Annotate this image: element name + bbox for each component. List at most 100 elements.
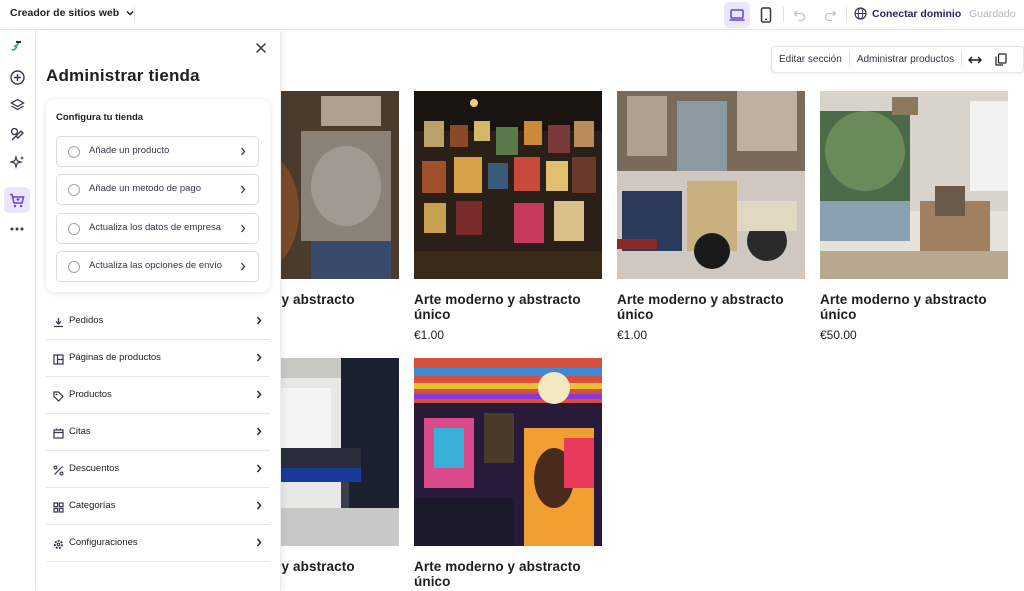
product-image[interactable] [414,358,602,546]
product-image[interactable] [414,91,602,279]
menu-item-label: Descuentos [69,463,120,474]
top-bar: Creador de sitios web Conectar dominio G… [0,0,1024,30]
setup-title: Configura tu tienda [56,112,144,123]
tag-icon [51,389,65,403]
section-toolbar: Editar sección Administrar productos [771,46,1024,73]
menu-item-categories[interactable]: Categorías [46,488,270,525]
menu-item-label: Categorías [69,500,116,511]
close-icon [255,42,267,54]
menu-item-appointments[interactable]: Citas [46,414,270,451]
menu-item-products[interactable]: Productos [46,377,270,414]
percent-icon [51,463,65,477]
laptop-icon [729,9,745,21]
product-photo-studio [820,91,1008,279]
menu-item-settings[interactable]: Configuraciones [46,525,270,562]
connect-domain-label: Conectar dominio [872,7,962,20]
layout-icon [51,352,65,366]
store-button[interactable] [4,187,30,213]
product-photo-colorful-mural [414,358,602,546]
product-title: Arte moderno y abstracto único [820,292,987,322]
arrows-horizontal-icon [968,56,983,63]
add-icon [9,69,25,85]
chevron-right-icon [241,224,246,233]
menu-item-label: Páginas de productos [69,352,161,363]
settings-gear-icon [51,537,65,551]
divider [783,7,784,22]
more-icon [10,227,24,231]
setup-item-add-payment[interactable]: Añade un metodo de pago [56,174,259,205]
resize-width-button[interactable] [962,55,988,65]
setup-item-shipping-options[interactable]: Actualiza las opciones de envío [56,251,259,282]
download-icon [51,315,65,329]
divider [134,7,135,22]
divider [846,7,847,22]
menu-item-label: Productos [69,389,112,400]
product-image[interactable] [820,91,1008,279]
setup-item-label: Añade un metodo de pago [89,183,201,194]
grid-icon [51,500,65,514]
setup-item-label: Actualiza las opciones de envío [89,260,223,271]
manage-products-button[interactable]: Administrar productos [850,54,961,65]
undo-icon [793,10,805,21]
redo-button[interactable] [820,5,840,25]
step-status-icon [68,146,80,158]
chevron-right-icon [241,262,246,271]
product-photo-frames-shop [414,91,602,279]
menu-item-discounts[interactable]: Descuentos [46,451,270,488]
undo-button[interactable] [789,5,809,25]
chevron-right-icon [256,316,262,325]
chevron-right-icon [256,464,262,473]
chevron-right-icon [241,185,246,194]
step-status-icon [68,184,80,196]
mobile-view-button[interactable] [753,2,779,28]
menu-item-label: Configuraciones [69,537,138,548]
layers-button[interactable] [4,92,30,118]
chevron-right-icon [256,390,262,399]
chevron-right-icon [241,147,246,156]
menu-item-product-pages[interactable]: Páginas de productos [46,340,270,377]
phone-icon [760,7,772,23]
product-price: €50.00 [820,328,857,342]
product-price: €1.00 [414,328,445,342]
chevron-right-icon [256,427,262,436]
chevron-right-icon [256,538,262,547]
setup-item-label: Añade un producto [89,145,170,156]
more-button[interactable] [4,216,30,242]
product-title: Arte moderno y abstracto único [617,292,784,322]
product-image[interactable] [617,91,805,279]
setup-item-add-product[interactable]: Añade un producto [56,136,259,167]
ai-tools-button[interactable] [4,149,30,175]
menu-item-label: Pedidos [69,315,104,326]
brand-label: Creador de sitios web [10,7,120,19]
step-status-icon [68,261,80,273]
close-panel-button[interactable] [255,41,269,55]
redo-icon [824,10,836,21]
desktop-view-button[interactable] [724,2,750,28]
duplicate-button[interactable] [988,53,1014,66]
product-title: Arte moderno y abstracto único [414,292,581,322]
chevron-right-icon [256,353,262,362]
ai-sparkle-icon [9,154,24,169]
setup-item-label: Actualiza los datos de empresa [89,222,222,233]
add-element-button[interactable] [4,64,30,90]
layers-icon [9,98,25,110]
step-status-icon [68,223,80,235]
duplicate-icon [995,53,1007,66]
manage-store-panel: Administrar tienda Configura tu tienda A… [36,31,281,591]
website-builder-menu[interactable]: Creador de sitios web [10,7,135,19]
saved-status: Guardado [969,8,1016,20]
product-title: Arte moderno y abstracto único [414,559,581,589]
menu-item-label: Citas [69,426,91,437]
setup-item-company-details[interactable]: Actualiza los datos de empresa [56,213,259,244]
connect-domain-button[interactable]: Conectar dominio [854,7,961,20]
store-setup-card: Configura tu tienda Añade un producto Añ… [46,99,270,292]
store-cart-icon [10,193,25,207]
design-button[interactable] [4,121,30,147]
product-photo-records [617,91,805,279]
edit-section-button[interactable]: Editar sección [772,54,849,65]
globe-icon [854,7,867,20]
panel-title: Administrar tienda [46,66,200,85]
menu-item-orders[interactable]: Pedidos [46,303,270,340]
design-icon [10,127,24,140]
logo-icon [11,41,21,51]
